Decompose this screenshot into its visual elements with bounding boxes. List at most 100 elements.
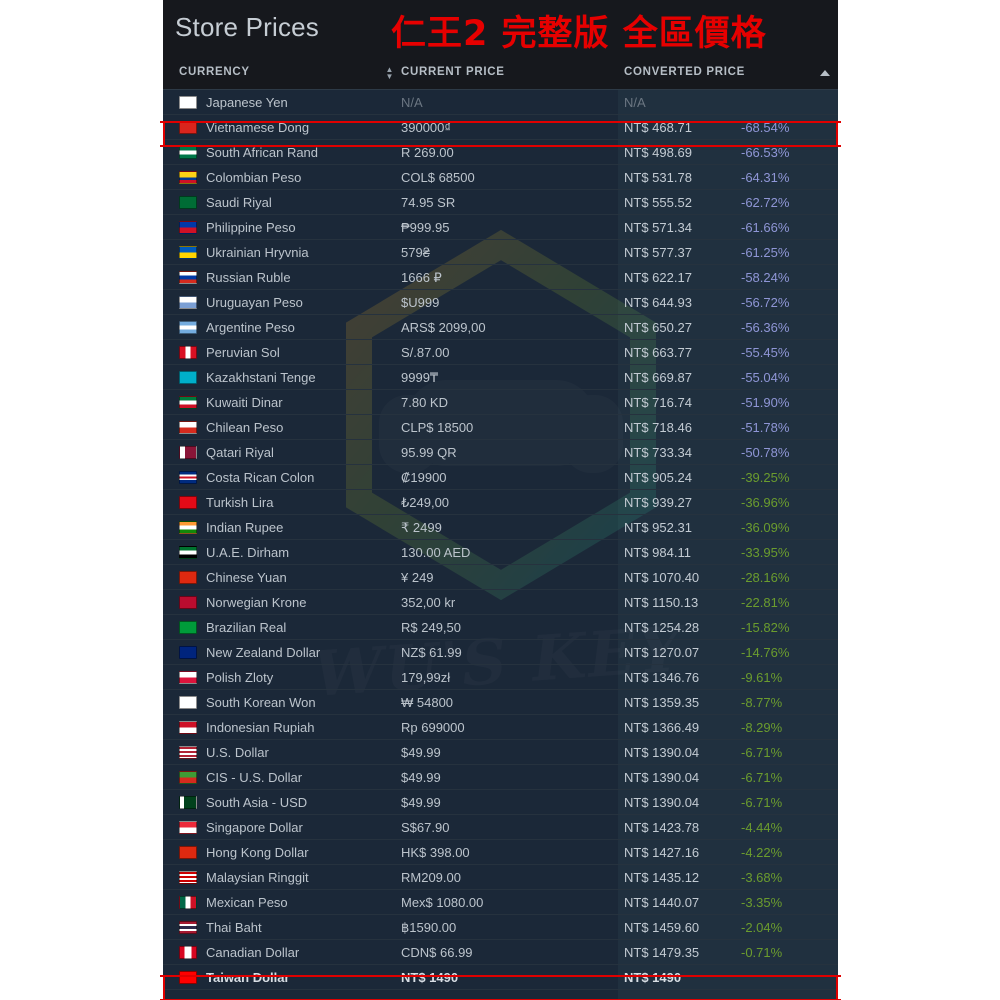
flag-icon <box>179 171 197 184</box>
currency-name: Turkish Lira <box>206 495 274 510</box>
column-header-converted-price[interactable]: CONVERTED PRICE <box>624 66 745 78</box>
current-price: Rp 699000 <box>401 720 465 735</box>
table-row[interactable]: Kuwaiti Dinar 7.80 KD NT$ 716.74 -51.90% <box>163 390 838 415</box>
table-row[interactable]: South Korean Won ₩ 54800 NT$ 1359.35 -8.77% <box>163 690 838 715</box>
converted-price: NT$ 1459.60 <box>624 920 700 935</box>
table-row[interactable]: Chinese Yuan ¥ 249 NT$ 1070.40 -28.16% <box>163 565 838 590</box>
currency-name: Polish Zloty <box>206 670 274 685</box>
currency-name: Chilean Peso <box>206 420 284 435</box>
flag-icon <box>179 446 197 459</box>
flag-icon <box>179 671 197 684</box>
current-price: 352,00 kr <box>401 595 456 610</box>
table-row[interactable]: U.A.E. Dirham 130.00 AED NT$ 984.11 -33.95% <box>163 540 838 565</box>
flag-icon <box>179 121 197 134</box>
discount-percent: -36.96% <box>741 495 790 510</box>
currency-name: Indian Rupee <box>206 520 284 535</box>
table-row[interactable]: Thai Baht ฿1590.00 NT$ 1459.60 -2.04% <box>163 915 838 940</box>
flag-icon <box>179 946 197 959</box>
currency-name: Peruvian Sol <box>206 345 280 360</box>
converted-price: NT$ 1390.04 <box>624 745 700 760</box>
table-row[interactable]: Kazakhstani Tenge 9999₸ NT$ 669.87 -55.04% <box>163 365 838 390</box>
converted-price: NT$ 577.37 <box>624 245 692 260</box>
current-price: NT$ 1490 <box>401 970 459 985</box>
table-row[interactable]: Indonesian Rupiah Rp 699000 NT$ 1366.49 -8.… <box>163 715 838 740</box>
currency-name: South African Rand <box>206 145 319 160</box>
table-row[interactable]: Taiwan Dollar NT$ 1490 NT$ 1490 <box>163 965 838 990</box>
sort-ascending-icon[interactable] <box>820 70 830 76</box>
sort-updown-icon[interactable]: ▲ ▼ <box>385 66 394 81</box>
flag-icon <box>179 246 197 259</box>
table-row[interactable]: Indian Rupee ₹ 2499 NT$ 952.31 -36.09% <box>163 515 838 540</box>
flag-icon <box>179 546 197 559</box>
table-row[interactable]: Colombian Peso COL$ 68500 NT$ 531.78 -64.31… <box>163 165 838 190</box>
flag-icon <box>179 871 197 884</box>
discount-percent: -51.78% <box>741 420 790 435</box>
column-header-row: CURRENCY ▲ ▼ CURRENT PRICE CONVERTED PRIC… <box>163 58 838 90</box>
discount-percent: -22.81% <box>741 595 790 610</box>
table-row[interactable]: U.S. Dollar $49.99 NT$ 1390.04 -6.71% <box>163 740 838 765</box>
overlay-title: 仁王2 完整版 全區價格 <box>391 14 767 54</box>
converted-price: NT$ 644.93 <box>624 295 692 310</box>
currency-name: Philippine Peso <box>206 220 296 235</box>
discount-percent: -50.78% <box>741 445 790 460</box>
currency-name: Saudi Riyal <box>206 195 272 210</box>
table-row[interactable]: Argentine Peso ARS$ 2099,00 NT$ 650.27 -56.… <box>163 315 838 340</box>
table-row[interactable]: South Asia - USD $49.99 NT$ 1390.04 -6.71% <box>163 790 838 815</box>
discount-percent: -61.66% <box>741 220 790 235</box>
column-header-currency[interactable]: CURRENCY <box>179 66 250 78</box>
converted-price: NT$ 498.69 <box>624 145 692 160</box>
table-row[interactable]: Singapore Dollar S$67.90 NT$ 1423.78 -4.44% <box>163 815 838 840</box>
converted-price: NT$ 1359.35 <box>624 695 700 710</box>
table-row[interactable]: Chilean Peso CLP$ 18500 NT$ 718.46 -51.78% <box>163 415 838 440</box>
table-row[interactable]: Japanese Yen N/A N/A <box>163 90 838 115</box>
flag-icon <box>179 321 197 334</box>
table-row[interactable]: CIS - U.S. Dollar $49.99 NT$ 1390.04 -6.71% <box>163 765 838 790</box>
current-price: COL$ 68500 <box>401 170 475 185</box>
currency-name: Brazilian Real <box>206 620 287 635</box>
discount-percent: -3.35% <box>741 895 783 910</box>
current-price: ₺249,00 <box>401 495 450 510</box>
table-row[interactable]: Norwegian Krone 352,00 kr NT$ 1150.13 -22.8… <box>163 590 838 615</box>
current-price: $49.99 <box>401 770 441 785</box>
table-row[interactable]: Vietnamese Dong 390000₫ NT$ 468.71 -68.54% <box>163 115 838 140</box>
table-row[interactable]: Russian Ruble 1666 ₽ NT$ 622.17 -58.24% <box>163 265 838 290</box>
page-title: Store Prices <box>175 12 320 42</box>
table-row[interactable]: Malaysian Ringgit RM209.00 NT$ 1435.12 -3.6… <box>163 865 838 890</box>
table-row[interactable]: New Zealand Dollar NZ$ 61.99 NT$ 1270.07 -1… <box>163 640 838 665</box>
discount-percent: -51.90% <box>741 395 790 410</box>
discount-percent: -0.71% <box>741 945 783 960</box>
highlight-extension-left-vnd <box>160 121 165 147</box>
flag-icon <box>179 746 197 759</box>
table-row[interactable]: Mexican Peso Mex$ 1080.00 NT$ 1440.07 -3.35… <box>163 890 838 915</box>
discount-percent: -33.95% <box>741 545 790 560</box>
table-row[interactable]: Uruguayan Peso $U999 NT$ 644.93 -56.72% <box>163 290 838 315</box>
table-row[interactable]: Hong Kong Dollar HK$ 398.00 NT$ 1427.16 -4.… <box>163 840 838 865</box>
table-row[interactable]: Saudi Riyal 74.95 SR NT$ 555.52 -62.72% <box>163 190 838 215</box>
discount-percent: -39.25% <box>741 470 790 485</box>
current-price: ₹ 2499 <box>401 520 442 535</box>
discount-percent: -55.04% <box>741 370 790 385</box>
current-price: $49.99 <box>401 795 441 810</box>
currency-name: Singapore Dollar <box>206 820 303 835</box>
table-row[interactable]: Turkish Lira ₺249,00 NT$ 939.27 -36.96% <box>163 490 838 515</box>
flag-icon <box>179 721 197 734</box>
table-row[interactable]: Polish Zloty 179,99zł NT$ 1346.76 -9.61% <box>163 665 838 690</box>
table-row[interactable]: Ukrainian Hryvnia 579₴ NT$ 577.37 -61.25% <box>163 240 838 265</box>
table-row[interactable]: South African Rand R 269.00 NT$ 498.69 -66.… <box>163 140 838 165</box>
flag-icon <box>179 496 197 509</box>
table-row[interactable]: Costa Rican Colon ₡19900 NT$ 905.24 -39.25% <box>163 465 838 490</box>
current-price: N/A <box>401 95 423 110</box>
column-header-current-price[interactable]: CURRENT PRICE <box>401 66 505 78</box>
currency-name: Japanese Yen <box>206 95 288 110</box>
table-row[interactable]: Philippine Peso ₱999.95 NT$ 571.34 -61.66% <box>163 215 838 240</box>
converted-price: NT$ 622.17 <box>624 270 692 285</box>
table-row[interactable]: Peruvian Sol S/.87.00 NT$ 663.77 -55.45% <box>163 340 838 365</box>
table-row[interactable]: Qatari Riyal 95.99 QR NT$ 733.34 -50.78% <box>163 440 838 465</box>
flag-icon <box>179 821 197 834</box>
table-row[interactable]: Brazilian Real R$ 249,50 NT$ 1254.28 -15.82… <box>163 615 838 640</box>
currency-name: Indonesian Rupiah <box>206 720 315 735</box>
flag-icon <box>179 471 197 484</box>
current-price: RM209.00 <box>401 870 461 885</box>
flag-icon <box>179 771 197 784</box>
table-row[interactable]: Canadian Dollar CDN$ 66.99 NT$ 1479.35 -0.7… <box>163 940 838 965</box>
